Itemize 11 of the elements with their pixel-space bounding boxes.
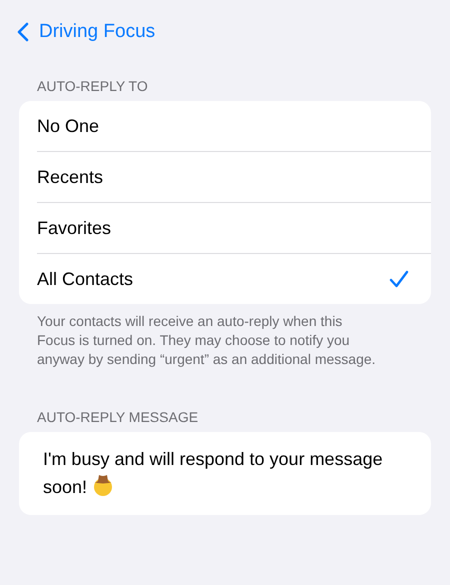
- cowboy-hat-face-icon: [92, 473, 114, 497]
- option-row[interactable]: All Contacts: [37, 253, 431, 304]
- section-header: AUTO-REPLY TO: [36, 77, 149, 96]
- back-button[interactable]: Driving Focus: [11, 20, 162, 44]
- option-row[interactable]: No One: [37, 101, 431, 151]
- message-field[interactable]: I'm busy and will respond to your message soon!: [19, 432, 431, 515]
- option-row[interactable]: Recents: [37, 151, 431, 202]
- footer-text: Your contacts will receive an auto-reply when this Focus is turned on. They may choose to notify you anyway by sending “urgent” as an additional message.: [36, 312, 377, 369]
- option-row[interactable]: Favorites: [37, 202, 431, 253]
- section-header: AUTO-REPLY MESSAGE: [36, 408, 200, 427]
- chevron-left-icon: [17, 22, 29, 42]
